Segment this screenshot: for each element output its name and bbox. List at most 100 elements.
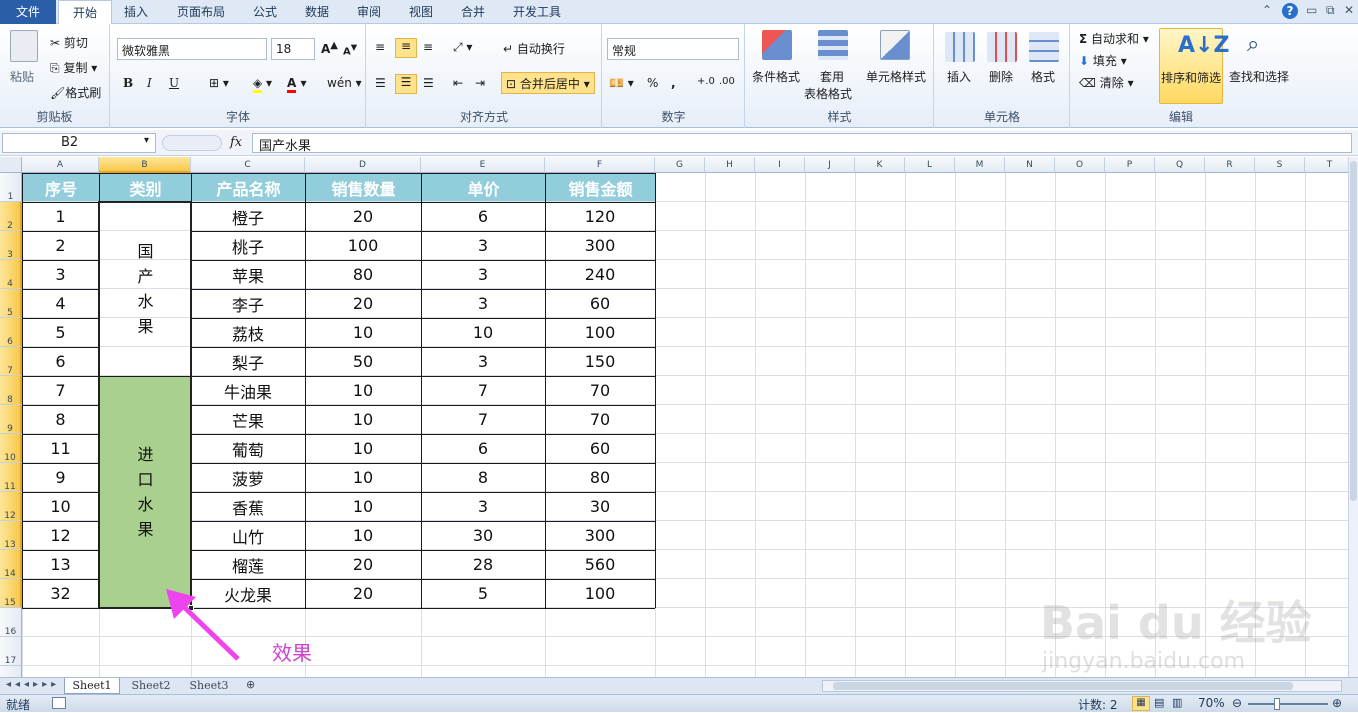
worksheet-grid[interactable]: A B C D E F G H I J K L M N O P Q R S T 1 2 3 4 5 6 7 8 9 10 11 12 13 14 1… <box>0 157 1348 677</box>
table-cell[interactable]: 6 <box>22 347 99 376</box>
row-header-1[interactable]: 1 <box>0 173 22 202</box>
zoom-out-icon[interactable]: ⊖ <box>1232 696 1242 710</box>
format-as-table-button[interactable]: 套用 <box>820 68 844 85</box>
table-cell[interactable]: 菠萝 <box>191 463 305 492</box>
column-header-f[interactable]: F <box>545 157 655 173</box>
table-cell[interactable]: 5 <box>421 579 545 608</box>
table-cell[interactable]: 5 <box>22 318 99 347</box>
formula-input[interactable]: 国产水果 <box>252 133 1352 154</box>
table-cell[interactable]: 梨子 <box>191 347 305 376</box>
percent-icon[interactable]: % <box>647 76 658 90</box>
column-header-m[interactable]: M <box>955 157 1005 173</box>
row-header-12[interactable]: 12 <box>0 492 22 521</box>
column-header-r[interactable]: R <box>1205 157 1255 173</box>
tab-insert[interactable]: 插入 <box>114 0 158 24</box>
indent-increase-icon[interactable]: ⇥ <box>475 76 485 90</box>
column-header-s[interactable]: S <box>1255 157 1305 173</box>
row-header-4[interactable]: 4 <box>0 260 22 289</box>
table-cell[interactable]: 3 <box>22 260 99 289</box>
table-cell[interactable]: 1 <box>22 202 99 231</box>
table-header-cell[interactable]: 类别 <box>100 174 191 201</box>
row-header-14[interactable]: 14 <box>0 550 22 579</box>
column-header-b[interactable]: B <box>99 157 191 173</box>
table-cell[interactable]: 80 <box>545 463 655 492</box>
table-cell[interactable]: 10 <box>22 492 99 521</box>
table-cell[interactable]: 28 <box>421 550 545 579</box>
tab-page-layout[interactable]: 页面布局 <box>168 0 234 24</box>
row-header-6[interactable]: 6 <box>0 318 22 347</box>
table-cell[interactable]: 30 <box>421 521 545 550</box>
grow-font-icon[interactable]: A▲ <box>321 40 338 56</box>
copy-button[interactable]: ⎘ 复制 ▾ <box>50 59 97 76</box>
table-cell[interactable]: 6 <box>421 434 545 463</box>
clear-button[interactable]: ⌫ 清除 ▾ <box>1079 74 1134 91</box>
paste-button[interactable]: 粘贴 <box>10 68 34 85</box>
table-cell[interactable]: 20 <box>305 550 421 579</box>
paste-icon[interactable] <box>10 30 38 62</box>
table-cell[interactable]: 10 <box>305 492 421 521</box>
cell-styles-button[interactable]: 单元格样式 <box>866 68 926 85</box>
formula-bar-resize-handle[interactable] <box>162 135 222 151</box>
table-cell[interactable]: 20 <box>305 202 421 231</box>
italic-button[interactable]: I <box>147 76 152 90</box>
column-header-a[interactable]: A <box>22 157 99 173</box>
column-header-n[interactable]: N <box>1005 157 1055 173</box>
sheet-nav-arrows-icon[interactable]: ◂◂◂▸▸▸ <box>6 679 60 690</box>
merge-center-button[interactable]: ⊡ 合并后居中 ▾ <box>501 72 595 94</box>
zoom-slider[interactable] <box>1248 703 1328 705</box>
table-cell[interactable]: 20 <box>305 289 421 318</box>
table-cell[interactable]: 60 <box>545 434 655 463</box>
cut-button[interactable]: ✂ 剪切 <box>50 34 88 51</box>
horizontal-scroll-thumb[interactable] <box>833 682 1293 690</box>
table-cell[interactable]: 100 <box>545 318 655 347</box>
tab-file[interactable]: 文件 <box>0 0 56 24</box>
table-cell[interactable]: 10 <box>305 318 421 347</box>
row-header-2[interactable]: 2 <box>0 202 22 231</box>
insert-sheet-icon[interactable]: ⊕ <box>246 678 255 691</box>
table-cell[interactable]: 10 <box>305 463 421 492</box>
page-layout-view-icon[interactable]: ▤ <box>1154 696 1164 709</box>
table-cell[interactable]: 李子 <box>191 289 305 318</box>
row-header-16[interactable]: 16 <box>0 608 22 637</box>
table-header-cell[interactable]: 销售数量 <box>306 174 421 201</box>
tab-view[interactable]: 视图 <box>400 0 442 24</box>
align-middle-icon[interactable]: ≡ <box>395 38 417 58</box>
table-cell[interactable]: 100 <box>545 579 655 608</box>
sheet-tab-3[interactable]: Sheet3 <box>182 678 236 694</box>
row-header-10[interactable]: 10 <box>0 434 22 463</box>
table-cell[interactable]: 芒果 <box>191 405 305 434</box>
phonetic-icon[interactable]: wén ▾ <box>327 76 362 90</box>
align-center-icon[interactable]: ☰ <box>395 74 417 94</box>
row-header-7[interactable]: 7 <box>0 347 22 376</box>
row-header-5[interactable]: 5 <box>0 289 22 318</box>
row-header-17[interactable]: 17 <box>0 637 22 666</box>
indent-decrease-icon[interactable]: ⇤ <box>453 76 463 90</box>
currency-icon[interactable]: 💴 ▾ <box>609 76 634 90</box>
table-cell[interactable]: 11 <box>22 434 99 463</box>
align-right-icon[interactable]: ☰ <box>423 76 434 90</box>
tab-home[interactable]: 开始 <box>58 0 112 25</box>
table-cell[interactable]: 荔枝 <box>191 318 305 347</box>
table-cell[interactable]: 12 <box>22 521 99 550</box>
table-header-cell[interactable]: 序号 <box>23 174 99 201</box>
row-header-8[interactable]: 8 <box>0 376 22 405</box>
table-cell[interactable]: 3 <box>421 260 545 289</box>
zoom-slider-thumb[interactable] <box>1274 698 1280 710</box>
table-cell[interactable]: 7 <box>421 405 545 434</box>
table-cell[interactable]: 8 <box>421 463 545 492</box>
tab-data[interactable]: 数据 <box>296 0 338 24</box>
page-break-view-icon[interactable]: ▥ <box>1172 696 1182 709</box>
tab-developer[interactable]: 开发工具 <box>504 0 570 24</box>
table-cell[interactable]: 10 <box>305 434 421 463</box>
table-cell[interactable]: 560 <box>545 550 655 579</box>
table-cell[interactable]: 240 <box>545 260 655 289</box>
column-header-o[interactable]: O <box>1055 157 1105 173</box>
column-header-p[interactable]: P <box>1105 157 1155 173</box>
table-cell[interactable]: 4 <box>22 289 99 318</box>
border-icon[interactable]: ⊞ ▾ <box>209 76 229 90</box>
horizontal-scrollbar[interactable] <box>822 680 1342 692</box>
table-cell[interactable]: 10 <box>305 376 421 405</box>
select-all-corner[interactable] <box>0 157 22 173</box>
table-cell[interactable]: 10 <box>305 521 421 550</box>
vertical-scrollbar[interactable] <box>1348 157 1358 677</box>
